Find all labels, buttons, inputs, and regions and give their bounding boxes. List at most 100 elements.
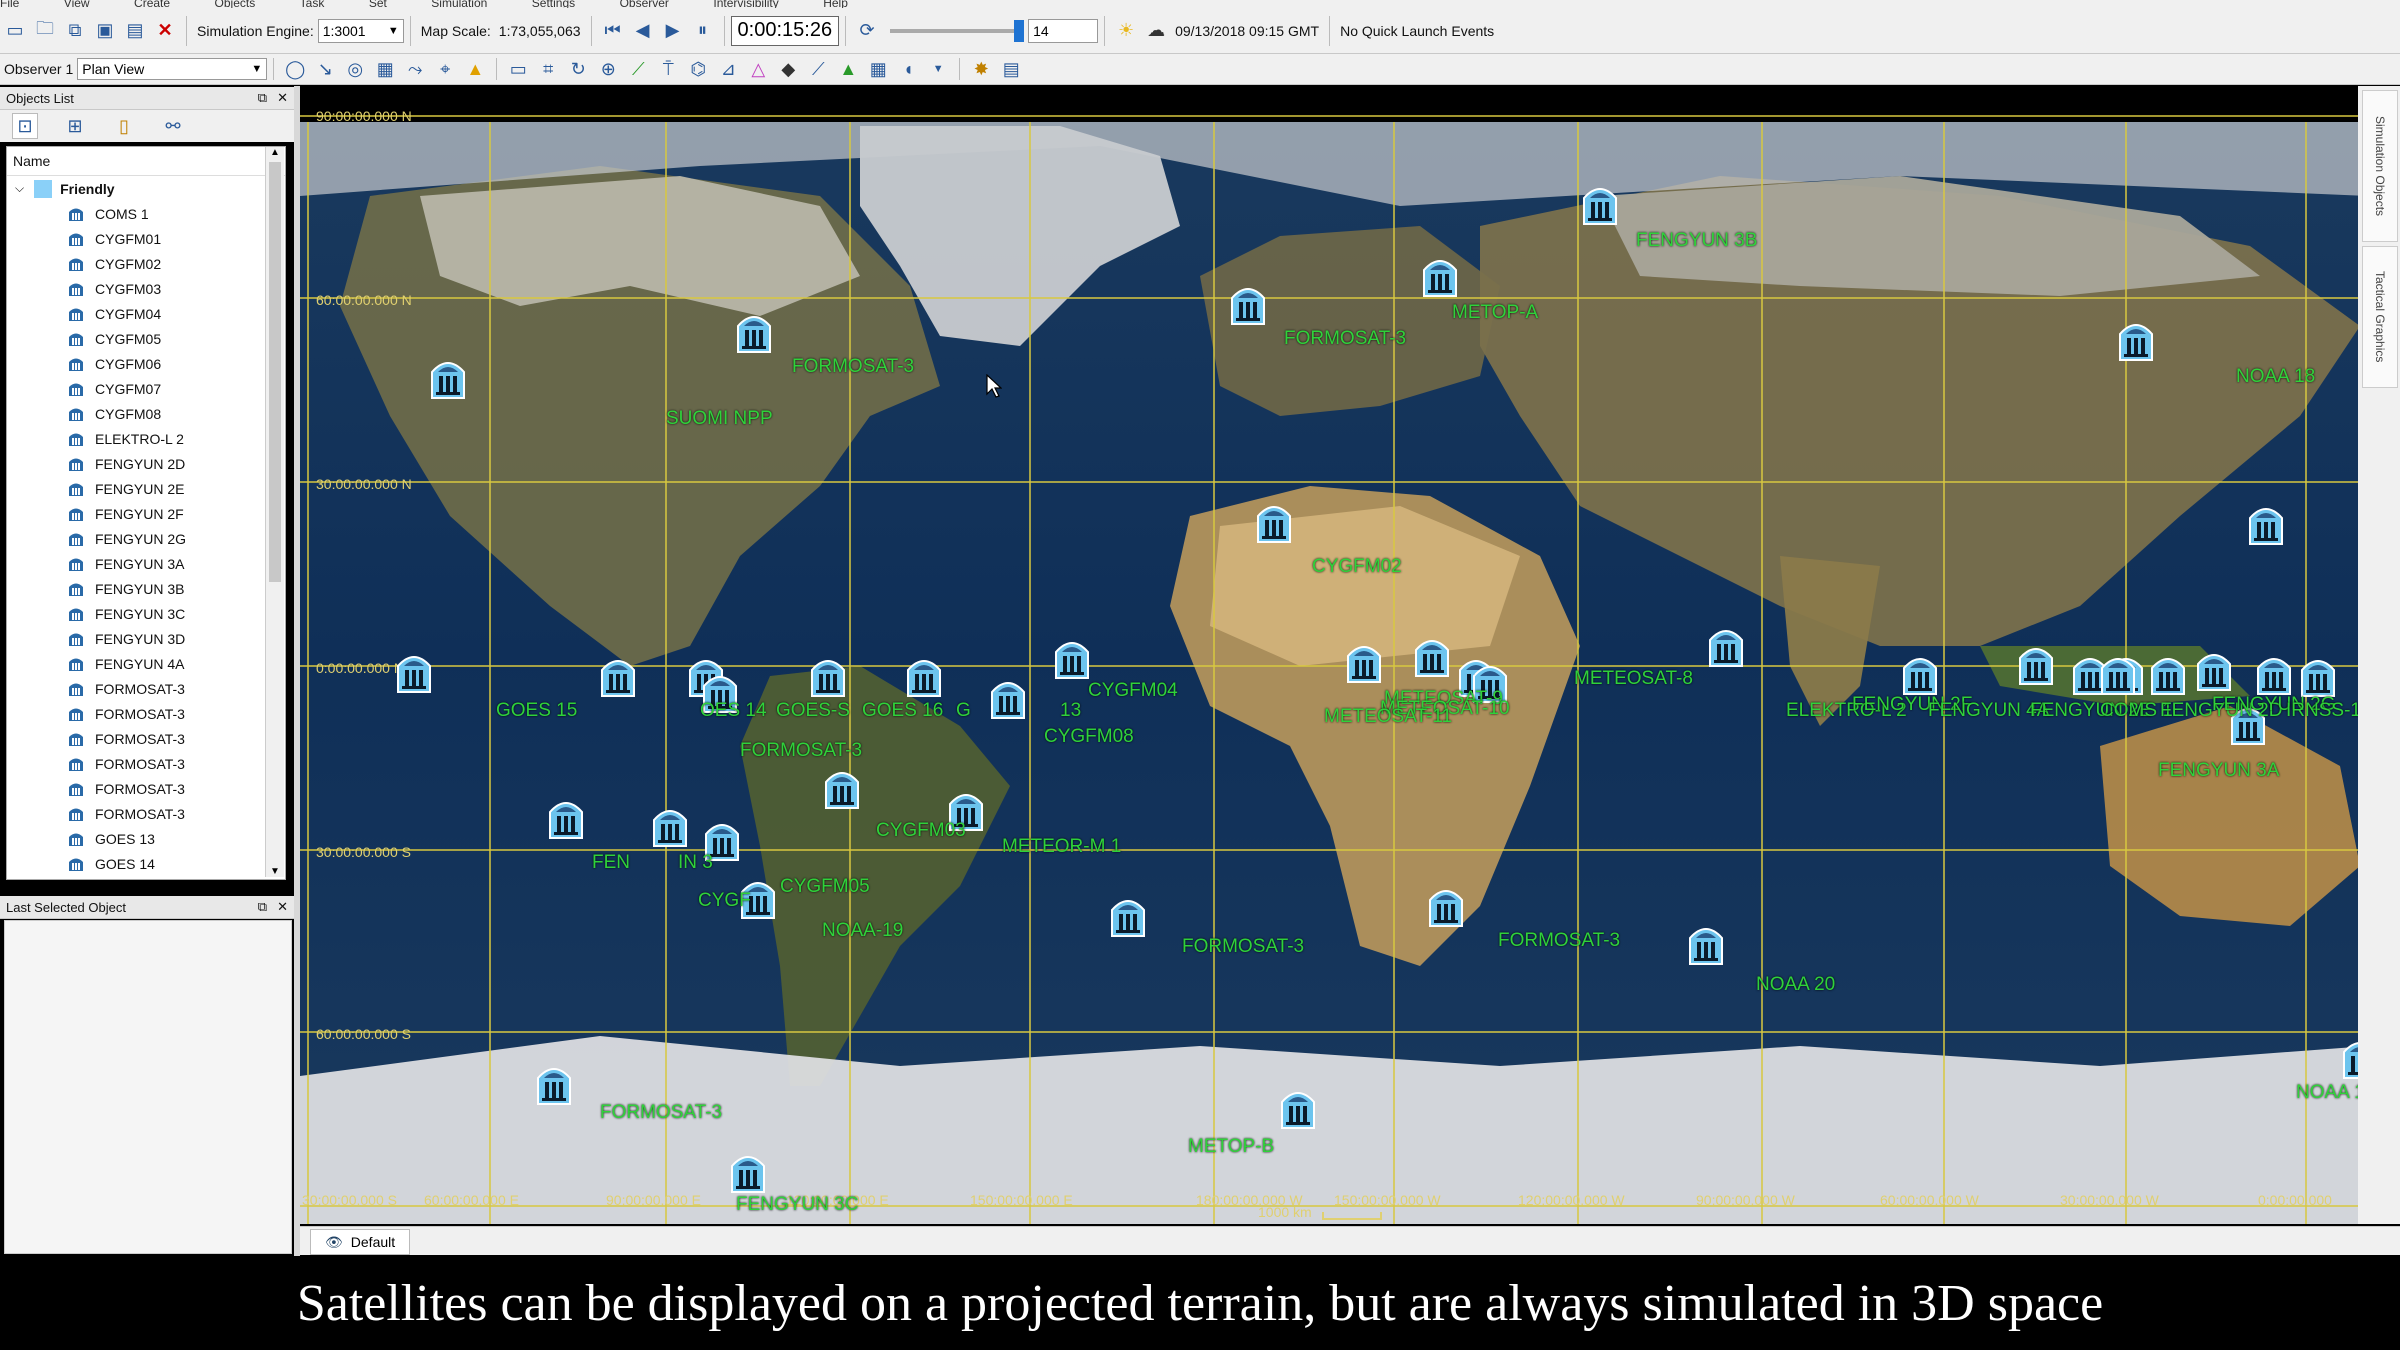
save-icon[interactable]: ▣ <box>93 19 117 43</box>
satellite-marker-icon[interactable] <box>2150 652 2186 696</box>
sun-icon[interactable]: ☀ <box>1114 19 1138 43</box>
satellite-label[interactable]: OES 14 <box>700 700 767 722</box>
globe-tool-icon[interactable]: ◎ <box>343 57 367 81</box>
tab-default[interactable]: 👁 Default <box>310 1229 411 1255</box>
satellite-label[interactable]: CYGFM04 <box>1088 680 1178 702</box>
radar-tool-icon[interactable]: ⊿ <box>716 57 740 81</box>
zoom-tool-icon[interactable]: ⊕ <box>596 57 620 81</box>
open-folder-icon[interactable]: 🗀 <box>33 18 57 43</box>
menu-help[interactable]: Help <box>823 0 848 8</box>
menu-task[interactable]: Task <box>300 0 325 8</box>
satellite-marker-icon[interactable] <box>1256 500 1292 544</box>
tree-item[interactable]: CYGFM05 <box>7 326 285 351</box>
satellite-label[interactable]: FORMOSAT-3 <box>1182 936 1304 958</box>
sensor-tool-icon[interactable]: ⌬ <box>686 57 710 81</box>
menu-file[interactable]: File <box>0 0 19 8</box>
path-tool-icon[interactable]: ⟋ <box>806 57 830 81</box>
tree-item[interactable]: FORMOSAT-3 <box>7 751 285 776</box>
close-icon[interactable]: ✕ <box>277 899 288 914</box>
line-tool-icon[interactable]: ⟋ <box>626 57 650 81</box>
play-icon[interactable]: ▶ <box>661 19 685 43</box>
chevron-down-icon[interactable]: ⌵ <box>15 181 24 196</box>
tree-item[interactable]: CYGFM03 <box>7 276 285 301</box>
map-view[interactable]: 90:00:00.000 N 60:00:00.000 N 30:00:00.000… <box>300 86 2368 1224</box>
satellite-marker-icon[interactable] <box>736 310 772 354</box>
shape-tool-icon[interactable]: △ <box>746 57 770 81</box>
satellite-marker-icon[interactable] <box>1422 254 1458 298</box>
satellite-label[interactable]: METEOSAT-11 <box>1324 706 1452 728</box>
satellite-label[interactable]: METOP-B <box>1188 1136 1274 1158</box>
tree-column-header[interactable]: Name <box>7 147 285 176</box>
satellite-label[interactable]: FORMOSAT-3 <box>1498 930 1620 952</box>
float-icon[interactable]: ⧉ <box>258 899 267 914</box>
menu-simulation[interactable]: Simulation <box>431 0 487 8</box>
tree-item[interactable]: FENGYUN 2F <box>7 501 285 526</box>
satellite-label[interactable]: CYGFM05 <box>780 876 870 898</box>
satellite-label[interactable]: NOAA-19 <box>822 920 903 942</box>
satellite-marker-icon[interactable] <box>906 654 942 698</box>
close-icon[interactable]: ✕ <box>277 90 288 105</box>
satellite-marker-icon[interactable] <box>1230 282 1266 326</box>
satellite-label[interactable]: NOAA 18 <box>2236 366 2315 388</box>
satellite-label[interactable]: METEOSAT-8 <box>1574 668 1693 690</box>
satellite-label[interactable]: IN 3 <box>678 852 713 874</box>
tree-item[interactable]: CYGFM02 <box>7 251 285 276</box>
tree-item[interactable]: FORMOSAT-3 <box>7 701 285 726</box>
tab-simulation-objects[interactable]: Simulation Objects <box>2362 90 2398 242</box>
tree-item[interactable]: CYGFM08 <box>7 401 285 426</box>
tree-item[interactable]: FENGYUN 4A <box>7 651 285 676</box>
antenna-tool-icon[interactable]: ⍑ <box>656 57 680 81</box>
tree-item[interactable]: FENGYUN 2D <box>7 451 285 476</box>
grid-tool-icon[interactable]: ▦ <box>866 57 890 81</box>
satellite-label[interactable]: CYGFM03 <box>876 820 966 842</box>
tree-item[interactable]: FORMOSAT-3 <box>7 676 285 701</box>
tree-item[interactable]: CYGFM06 <box>7 351 285 376</box>
satellite-label[interactable]: FENGYUN 3C <box>736 1194 858 1216</box>
scroll-down-icon[interactable]: ▼ <box>266 866 284 877</box>
tree-item[interactable]: CYGFM01 <box>7 226 285 251</box>
tree-item[interactable]: FENGYUN 3C <box>7 601 285 626</box>
satellite-marker-icon[interactable] <box>548 796 584 840</box>
satellite-label[interactable]: FEN <box>592 852 630 874</box>
scroll-thumb[interactable] <box>269 162 281 582</box>
satellite-marker-icon[interactable] <box>1582 182 1618 226</box>
tab-clipboard-icon[interactable]: ▯ <box>112 114 136 138</box>
view-select[interactable]: Plan View ▼ <box>77 58 268 80</box>
scroll-up-icon[interactable]: ▲ <box>266 147 284 158</box>
graph-tool-icon[interactable]: ⌗ <box>536 57 560 81</box>
satellite-label[interactable]: FORMOSAT-3 <box>740 740 862 762</box>
step-back-icon[interactable]: ◀ <box>631 19 655 43</box>
copy-icon[interactable]: ⧉ <box>63 19 87 43</box>
satellite-label[interactable]: CYGF <box>698 890 751 912</box>
display-tool-icon[interactable]: ▭ <box>506 57 530 81</box>
satellite-label[interactable]: FORMOSAT-3 <box>792 356 914 378</box>
menu-view[interactable]: View <box>64 0 90 8</box>
effects-tool-icon[interactable]: ✸ <box>969 57 993 81</box>
satellite-marker-icon[interactable] <box>2100 652 2136 696</box>
close-icon[interactable]: ✕ <box>153 19 177 43</box>
volume-tool-icon[interactable]: ◖ <box>896 57 920 81</box>
satellite-marker-icon[interactable] <box>2300 654 2336 698</box>
menu-set[interactable]: Set <box>369 0 387 8</box>
dropdown-icon[interactable]: ▼ <box>926 57 950 81</box>
satellite-marker-icon[interactable] <box>2196 648 2232 692</box>
new-file-icon[interactable]: ▭ <box>3 19 27 43</box>
tree-item[interactable]: COMS 1 <box>7 201 285 226</box>
tree-item[interactable]: FORMOSAT-3 <box>7 726 285 751</box>
tree-item[interactable]: CYGFM04 <box>7 301 285 326</box>
tree-item[interactable]: GOES 14 <box>7 851 285 876</box>
measure-tool-icon[interactable]: ⌖ <box>433 57 457 81</box>
satellite-marker-icon[interactable] <box>1054 636 1090 680</box>
speed-slider[interactable] <box>890 19 1025 42</box>
save-all-icon[interactable]: ▤ <box>123 19 147 43</box>
tree-item[interactable]: FENGYUN 2G <box>7 526 285 551</box>
satellite-marker-icon[interactable] <box>1688 922 1724 966</box>
tree-item[interactable]: ELEKTRO-L 2 <box>7 426 285 451</box>
export-tool-icon[interactable]: ▤ <box>999 57 1023 81</box>
menu-objects[interactable]: Objects <box>215 0 256 8</box>
satellite-marker-icon[interactable] <box>536 1062 572 1106</box>
tree-item[interactable]: FENGYUN 3B <box>7 576 285 601</box>
satellite-marker-icon[interactable] <box>2248 502 2284 546</box>
route-tool-icon[interactable]: ⤳ <box>403 57 427 81</box>
tree-item[interactable]: FENGYUN 3D <box>7 626 285 651</box>
